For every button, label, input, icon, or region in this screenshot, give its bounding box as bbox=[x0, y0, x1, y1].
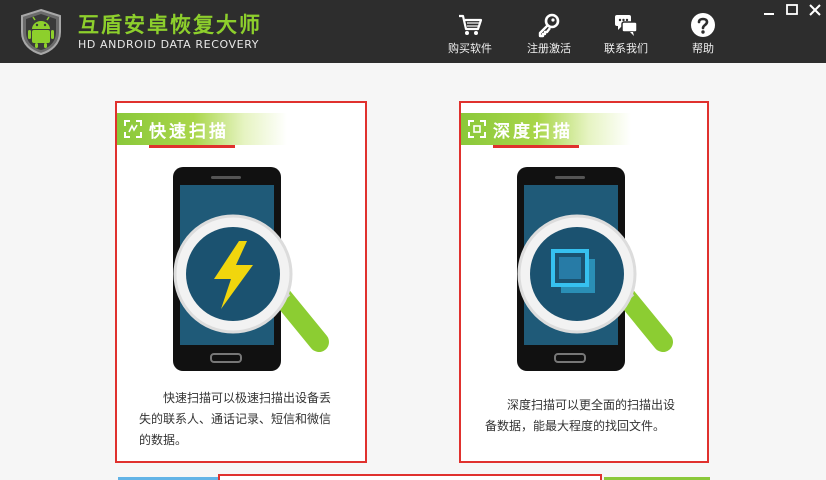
nav-buy-button[interactable]: 购买软件 bbox=[434, 0, 506, 63]
deep-scan-title: 深度扫描 bbox=[493, 122, 573, 142]
deep-scan-header: 深度扫描 bbox=[461, 113, 631, 145]
scan-frame-icon bbox=[124, 120, 142, 138]
maximize-icon[interactable] bbox=[783, 2, 801, 18]
nav-contact-label: 联系我们 bbox=[604, 42, 648, 55]
nav-register-label: 注册激活 bbox=[527, 42, 571, 55]
deep-scan-card[interactable]: 深度扫描 深度扫描可以更全面的扫描出设 备数据，能最大程度的找回文件。 bbox=[459, 101, 709, 463]
nav-help-label: 帮助 bbox=[692, 42, 714, 55]
app-title: 互盾安卓恢复大师 bbox=[78, 13, 262, 37]
minimize-icon[interactable] bbox=[760, 2, 778, 18]
next-card-partial[interactable] bbox=[218, 474, 602, 480]
close-icon[interactable] bbox=[806, 2, 824, 18]
key-icon bbox=[538, 13, 560, 38]
phone-quick-scan-illustration bbox=[173, 167, 329, 371]
nav-buy-label: 购买软件 bbox=[448, 42, 492, 55]
quick-scan-card[interactable]: 快速扫描 快速扫描可以极速扫描出设备丢 失的联系人、通话记录、短信和微信 的数据… bbox=[115, 101, 367, 463]
android-shield-logo-icon bbox=[21, 8, 61, 56]
chat-bubbles-icon bbox=[615, 15, 638, 36]
quick-scan-header: 快速扫描 bbox=[117, 113, 287, 145]
nav-help-button[interactable]: 帮助 bbox=[667, 0, 739, 63]
quick-scan-title: 快速扫描 bbox=[149, 122, 229, 142]
deep-scan-description: 深度扫描可以更全面的扫描出设 备数据，能最大程度的找回文件。 bbox=[485, 398, 676, 433]
nav-register-button[interactable]: 注册激活 bbox=[513, 0, 585, 63]
title-bar: 互盾安卓恢复大师 HD ANDROID DATA RECOVERY 购买软件 注… bbox=[0, 0, 826, 63]
quick-scan-description: 快速扫描可以极速扫描出设备丢 失的联系人、通话记录、短信和微信 的数据。 bbox=[139, 391, 332, 447]
shopping-cart-icon bbox=[459, 14, 483, 35]
nav-contact-button[interactable]: 联系我们 bbox=[590, 0, 662, 63]
deep-scan-underline bbox=[493, 145, 579, 148]
question-circle-icon bbox=[691, 13, 715, 37]
quick-scan-underline bbox=[149, 145, 235, 148]
scan-frame-icon bbox=[468, 120, 486, 138]
phone-deep-scan-illustration bbox=[517, 167, 673, 371]
app-subtitle: HD ANDROID DATA RECOVERY bbox=[78, 38, 260, 51]
